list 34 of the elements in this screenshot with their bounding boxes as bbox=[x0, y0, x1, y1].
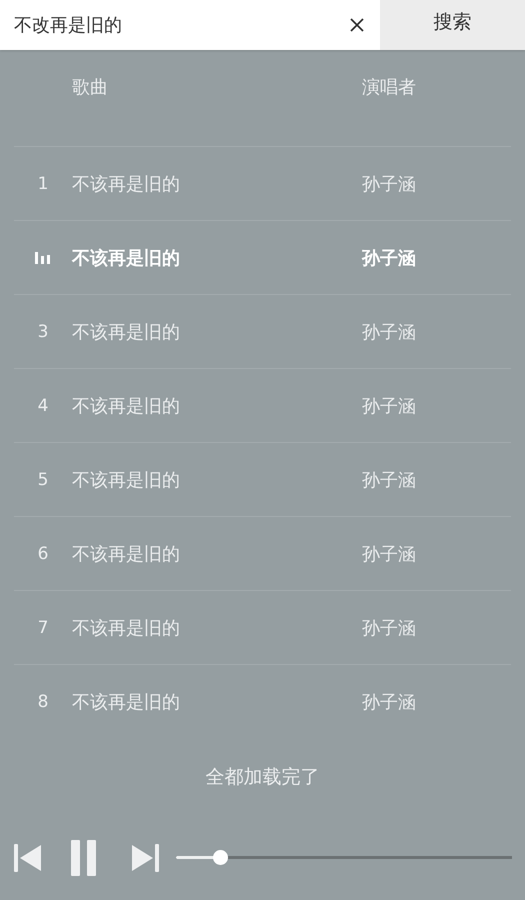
artist-name: 孙子涵 bbox=[362, 172, 416, 196]
load-complete-text: 全都加载完了 bbox=[206, 765, 320, 790]
next-icon[interactable] bbox=[130, 842, 160, 872]
song-title[interactable]: 不该再是旧的 bbox=[72, 616, 180, 640]
song-title[interactable]: 不该再是旧的 bbox=[72, 690, 180, 714]
search-field[interactable]: 不改再是旧的 bbox=[0, 0, 334, 50]
song-title[interactable]: 不该再是旧的 bbox=[72, 246, 180, 270]
previous-icon[interactable] bbox=[13, 842, 43, 872]
track-number: 4 bbox=[38, 396, 48, 416]
song-title[interactable]: 不该再是旧的 bbox=[72, 172, 180, 196]
slider-thumb[interactable] bbox=[212, 850, 228, 865]
track-number: 3 bbox=[38, 322, 48, 342]
track-number: 8 bbox=[38, 692, 48, 712]
column-header: 歌曲 bbox=[72, 76, 108, 99]
search-button[interactable]: 搜索 bbox=[380, 0, 525, 50]
track-number: 7 bbox=[38, 618, 48, 638]
close-icon[interactable] bbox=[334, 0, 380, 50]
song-title[interactable]: 不该再是旧的 bbox=[72, 468, 180, 492]
song-title[interactable]: 不该再是旧的 bbox=[72, 542, 180, 566]
song-title[interactable]: 不该再是旧的 bbox=[72, 394, 180, 418]
artist-name: 孙子涵 bbox=[362, 320, 416, 344]
equalizer-icon bbox=[35, 252, 51, 264]
track-number: 6 bbox=[38, 544, 48, 564]
artist-name: 孙子涵 bbox=[362, 394, 416, 418]
artist-name: 孙子涵 bbox=[362, 246, 416, 270]
artist-name: 孙子涵 bbox=[362, 616, 416, 640]
artist-name: 孙子涵 bbox=[362, 468, 416, 492]
artist-name: 孙子涵 bbox=[362, 542, 416, 566]
track-number: 5 bbox=[38, 470, 48, 490]
pause-icon[interactable] bbox=[71, 840, 98, 876]
artist-name: 孙子涵 bbox=[362, 691, 416, 714]
column-header: 演唱者 bbox=[362, 76, 416, 99]
track-number: 1 bbox=[38, 174, 48, 194]
song-title[interactable]: 不该再是旧的 bbox=[72, 320, 180, 344]
